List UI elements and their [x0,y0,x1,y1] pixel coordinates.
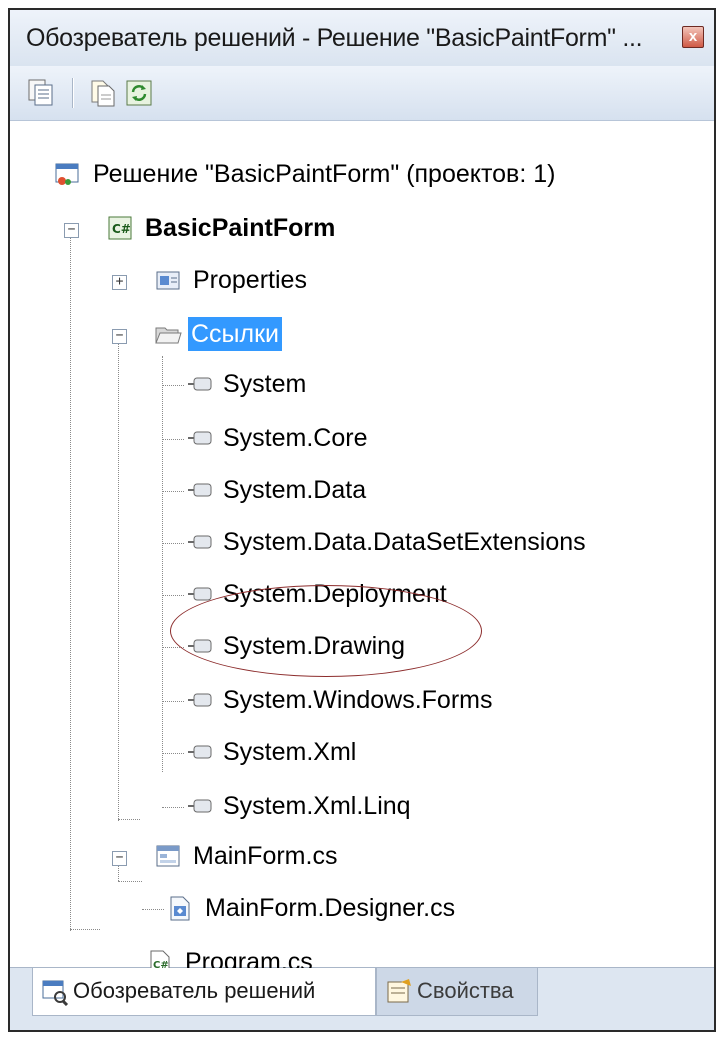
references-label: Ссылки [188,317,283,351]
toolbar [10,66,714,121]
tree-item-reference[interactable]: System [162,367,662,403]
tree-line [118,881,142,882]
title-bar[interactable]: Обозреватель решений - Решение "BasicPai… [10,10,714,66]
reference-icon [188,377,212,391]
reference-icon [188,535,212,549]
solution-icon [55,163,79,185]
mainform-designer-label: MainForm.Designer.cs [205,894,456,922]
project-expander[interactable]: − [64,223,79,238]
tree-item-solution[interactable]: Решение "BasicPaintForm" (проектов: 1) [54,157,614,193]
reference-label: System.Data [223,476,367,504]
tab-properties[interactable]: Свойства [376,968,538,1016]
tree-item-properties[interactable]: + Properties [102,263,362,299]
properties-tab-icon [387,979,411,1003]
properties-folder-icon [156,271,180,290]
project-label: BasicPaintForm [145,214,336,242]
reference-label: System.Windows.Forms [223,686,493,714]
reference-icon [188,693,212,707]
solution-explorer-window: Обозреватель решений - Решение "BasicPai… [8,8,716,1032]
csharp-project-icon: C# [108,216,132,240]
tree-line [70,929,100,930]
tree-item-reference[interactable]: System.Core [162,421,662,457]
tree-item-project[interactable]: − C# BasicPaintForm [54,211,394,247]
close-button[interactable]: x [682,26,704,48]
tab-solution-explorer[interactable]: Обозреватель решений [32,968,376,1016]
reference-icon [188,799,212,813]
mainform-label: MainForm.cs [193,842,338,870]
tree-item-mainform[interactable]: − MainForm.cs [102,839,422,875]
tree-item-references[interactable]: − Ссылки [102,317,362,353]
tree-line [118,337,119,821]
reference-label: System.Data.DataSetExtensions [223,528,586,556]
reference-icon [188,745,212,759]
tree-item-reference[interactable]: System.Data.DataSetExtensions [162,525,702,561]
folder-open-icon [155,327,182,344]
show-all-files-button[interactable] [88,78,118,108]
solution-explorer-icon [42,980,69,1006]
window-title: Обозреватель решений - Решение "BasicPai… [26,24,643,52]
reference-label: System.Xml.Linq [223,792,411,820]
tree-item-reference[interactable]: System.Data [162,473,662,509]
toolbar-separator [72,78,74,108]
show-all-files-icon [91,80,115,107]
solution-label: Решение "BasicPaintForm" (проектов: 1) [93,160,556,188]
tree-item-mainform-designer[interactable]: MainForm.Designer.cs [142,891,562,927]
properties-button[interactable] [26,78,56,108]
form-file-icon [156,845,180,867]
solution-tree: Решение "BasicPaintForm" (проектов: 1) −… [10,121,714,976]
refresh-icon [126,80,152,106]
mainform-expander[interactable]: − [112,851,127,866]
tab-properties-label: Свойства [417,978,514,1003]
tree-item-reference[interactable]: System.Windows.Forms [162,683,662,719]
refresh-button[interactable] [124,78,154,108]
properties-expander[interactable]: + [112,275,127,290]
reference-label: System [223,370,307,398]
tree-item-reference[interactable]: System.Xml [162,735,662,771]
tree-line [118,819,140,820]
tab-bar: Обозреватель решений Свойства [10,968,714,1030]
reference-icon [188,431,212,445]
highlight-ellipse [170,585,482,677]
tree-line [70,231,71,931]
properties-icon [28,79,53,106]
properties-label: Properties [193,266,307,294]
svg-text:C#: C# [112,222,131,236]
reference-label: System.Core [223,424,368,452]
tab-solution-explorer-label: Обозреватель решений [73,978,316,1003]
reference-label: System.Xml [223,738,357,766]
references-expander[interactable]: − [112,329,127,344]
reference-icon [188,483,212,497]
tree-item-reference[interactable]: System.Xml.Linq [162,789,662,825]
designer-file-icon [170,896,190,921]
